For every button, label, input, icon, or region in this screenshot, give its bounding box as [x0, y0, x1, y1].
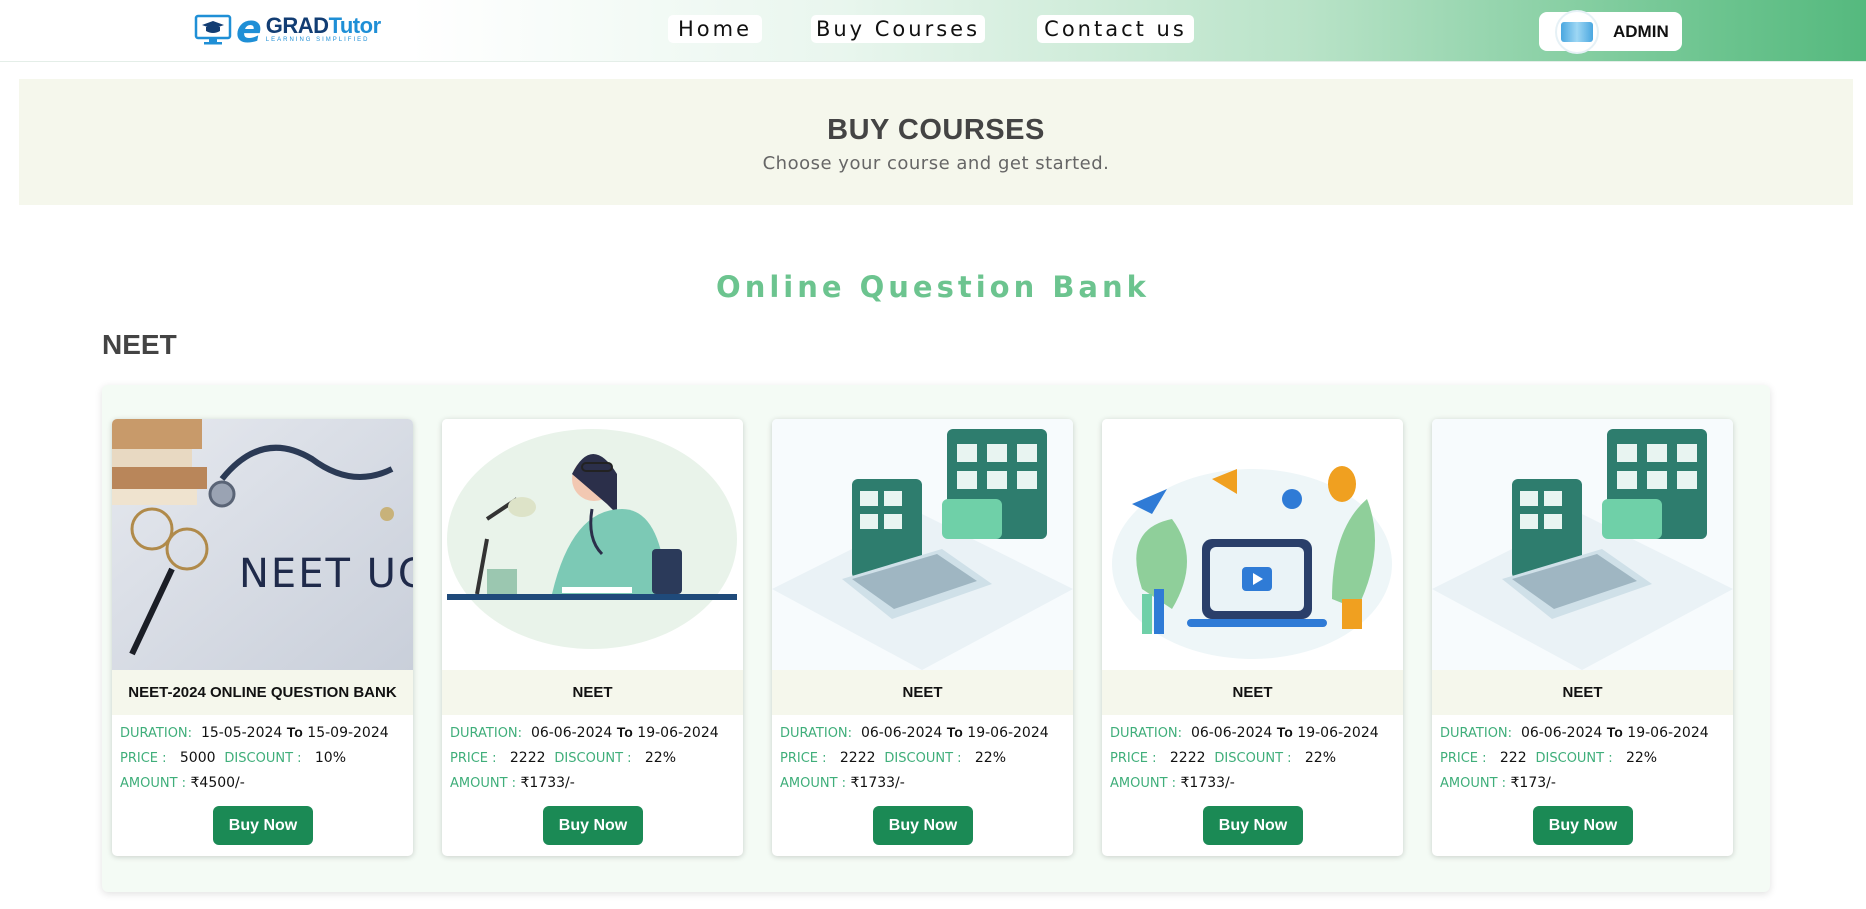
course-image-online-test: [772, 419, 1073, 670]
monitor-graduation-cap-icon: [194, 14, 232, 45]
course-duration: DURATION: 06-06-2024 To 19-06-2024: [1440, 724, 1709, 741]
course-duration: DURATION: 06-06-2024 To 19-06-2024: [1110, 724, 1379, 741]
logo-tutor: Tutor: [328, 13, 382, 38]
logo-e: e: [236, 7, 262, 51]
top-navbar: e GRADTutor LEARNING SIMPLIFIED Home Buy…: [0, 0, 1866, 62]
course-price: PRICE : 222 DISCOUNT : 22%: [1440, 750, 1658, 766]
neet-ug-image-text: NEET UG: [239, 551, 413, 597]
course-amount: AMOUNT : ₹4500/-: [120, 775, 245, 791]
course-card: NEET DURATION: 06-06-2024 To 19-06-2024 …: [1432, 419, 1733, 856]
nav-buy-courses[interactable]: Buy Courses: [811, 15, 985, 43]
course-amount: AMOUNT : ₹1733/-: [1110, 775, 1235, 791]
avatar: [1555, 9, 1599, 54]
course-name: NEET: [1102, 670, 1403, 715]
course-price: PRICE : 2222 DISCOUNT : 22%: [450, 750, 677, 766]
course-card: NEET DURATION: 06-06-2024 To 19-06-2024 …: [1102, 419, 1403, 856]
course-amount: AMOUNT : ₹173/-: [1440, 775, 1556, 791]
course-price: PRICE : 5000 DISCOUNT : 10%: [120, 750, 347, 766]
page-hero: BUY COURSES Choose your course and get s…: [19, 79, 1853, 205]
buy-now-button[interactable]: Buy Now: [873, 806, 973, 845]
page-title: BUY COURSES: [827, 114, 1045, 146]
section-title: Online Question Bank: [716, 270, 1150, 304]
buy-now-button[interactable]: Buy Now: [213, 806, 313, 845]
logo-name: GRADTutor: [266, 15, 381, 37]
course-card: NEET DURATION: 06-06-2024 To 19-06-2024 …: [442, 419, 743, 856]
course-image-video-learning: [1102, 419, 1403, 670]
course-image-doctor-studying: [442, 419, 743, 670]
course-duration: DURATION: 15-05-2024 To 15-09-2024: [120, 724, 389, 741]
page-subtitle: Choose your course and get started.: [762, 153, 1110, 174]
course-card: NEET UG NEET-2024 ONLINE QUESTION BANK D…: [112, 419, 413, 856]
egradtutor-logo[interactable]: e GRADTutor LEARNING SIMPLIFIED: [194, 7, 381, 51]
user-menu[interactable]: ADMIN: [1539, 9, 1682, 54]
course-name: NEET: [442, 670, 743, 715]
course-duration: DURATION: 06-06-2024 To 19-06-2024: [780, 724, 1049, 741]
logo-grad: GRAD: [265, 13, 329, 38]
course-image-neet-ug: NEET UG: [112, 419, 413, 670]
avatar-logo-icon: [1561, 21, 1593, 42]
course-name: NEET: [1432, 670, 1733, 715]
buy-now-button[interactable]: Buy Now: [543, 806, 643, 845]
course-amount: AMOUNT : ₹1733/-: [780, 775, 905, 791]
logo-tagline: LEARNING SIMPLIFIED: [265, 37, 370, 43]
course-name: NEET-2024 ONLINE QUESTION BANK: [112, 670, 413, 715]
course-duration: DURATION: 06-06-2024 To 19-06-2024: [450, 724, 719, 741]
category-title: NEET: [102, 329, 177, 360]
user-label: ADMIN: [1613, 21, 1669, 41]
nav-contact-us[interactable]: Contact us: [1037, 15, 1194, 43]
buy-now-button[interactable]: Buy Now: [1533, 806, 1633, 845]
course-price: PRICE : 2222 DISCOUNT : 22%: [780, 750, 1007, 766]
logo-text: GRADTutor LEARNING SIMPLIFIED: [265, 15, 381, 44]
course-price: PRICE : 2222 DISCOUNT : 22%: [1110, 750, 1337, 766]
buy-now-button[interactable]: Buy Now: [1203, 806, 1303, 845]
course-amount: AMOUNT : ₹1733/-: [450, 775, 575, 791]
course-image-online-test: [1432, 419, 1733, 670]
nav-home[interactable]: Home: [668, 15, 762, 43]
course-name: NEET: [772, 670, 1073, 715]
course-card: NEET DURATION: 06-06-2024 To 19-06-2024 …: [772, 419, 1073, 856]
